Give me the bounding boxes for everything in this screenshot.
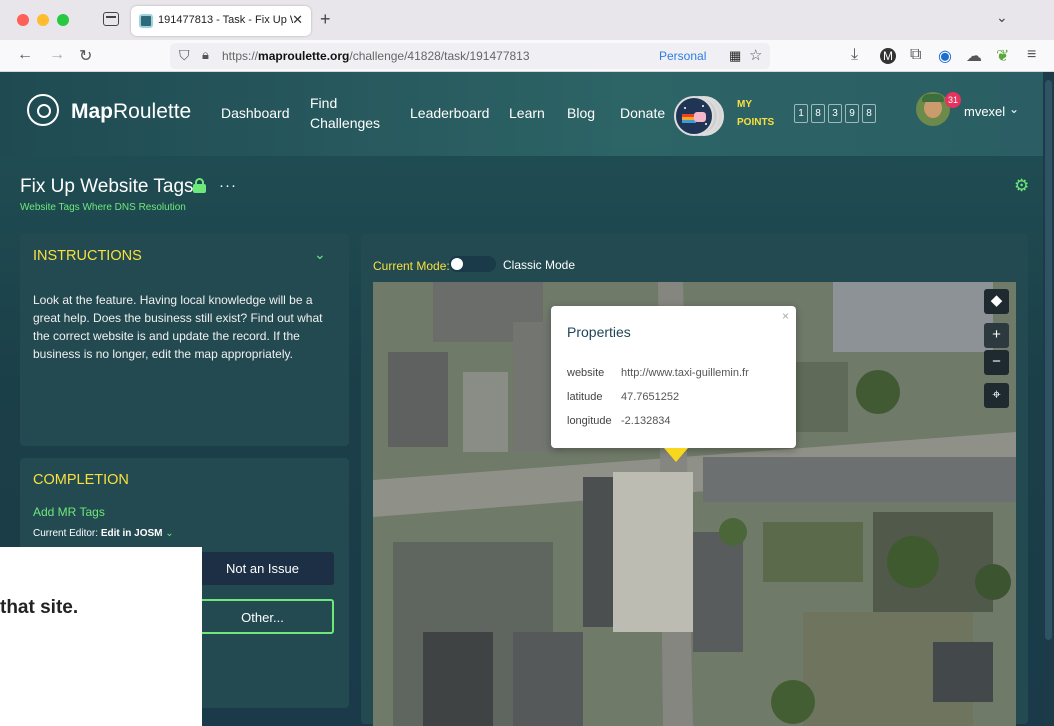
points-counter: 18398 — [794, 103, 879, 123]
username[interactable]: mvexel — [964, 104, 1005, 119]
instructions-heading: INSTRUCTIONS — [33, 248, 142, 264]
points-digit: 8 — [862, 104, 876, 123]
cloud-icon[interactable]: ☁ — [966, 46, 982, 66]
mode-name: Classic Mode — [503, 258, 576, 272]
zoom-in-button[interactable]: + — [984, 323, 1009, 348]
minimize-window-button[interactable] — [37, 14, 49, 26]
url-bar[interactable]: ⛉ 🔒︎ https://maproulette.org/challenge/4… — [170, 43, 770, 69]
editor-selector[interactable]: Current Editor: Edit in JOSM ⌄ — [33, 528, 174, 539]
extensions-puzzle-icon[interactable]: ⧉ — [910, 46, 921, 64]
locate-crosshair-icon[interactable]: ⌖ — [984, 383, 1009, 408]
password-manager-icon[interactable]: ◉ — [938, 46, 952, 66]
container-label[interactable]: Personal — [659, 49, 706, 63]
qr-code-icon[interactable]: ▦ — [729, 48, 741, 64]
app-header: MapRoulette Dashboard Find Challenges Lea… — [0, 72, 1043, 156]
nav-dashboard[interactable]: Dashboard — [221, 103, 290, 123]
other-button[interactable]: Other... — [191, 599, 334, 634]
mode-toggle[interactable] — [449, 256, 496, 272]
nav-blog[interactable]: Blog — [567, 103, 595, 123]
property-value: -2.132834 — [621, 415, 671, 427]
points-digit: 1 — [794, 104, 808, 123]
property-key: latitude — [567, 391, 603, 403]
property-value: 47.7651252 — [621, 391, 680, 403]
lock-icon[interactable] — [193, 178, 206, 193]
download-icon[interactable]: ⤓ — [851, 46, 858, 64]
new-tab-button[interactable]: + — [320, 9, 331, 30]
maximize-window-button[interactable] — [57, 14, 69, 26]
app-logo-text[interactable]: MapRoulette — [71, 100, 191, 124]
menu-icon[interactable]: ≡ — [1027, 46, 1036, 64]
forward-arrow-icon[interactable]: → — [49, 46, 65, 64]
chevron-down-icon[interactable]: ⌄ — [996, 9, 1008, 26]
property-value: http://www.taxi-guillemin.fr — [621, 367, 749, 379]
task-marker-icon[interactable] — [664, 448, 688, 462]
overlay-window: that site. — [0, 547, 202, 726]
challenge-subtitle[interactable]: Website Tags Where DNS Resolution — [20, 202, 186, 213]
nav-donate[interactable]: Donate — [620, 103, 665, 123]
chevron-down-icon[interactable]: ⌄ — [1009, 102, 1019, 116]
popup-close-icon[interactable]: × — [782, 309, 789, 323]
property-key: longitude — [567, 415, 612, 427]
chevron-down-icon[interactable]: ⌄ — [314, 246, 326, 263]
not-an-issue-button[interactable]: Not an Issue — [191, 552, 334, 585]
reload-icon[interactable]: ↻ — [79, 46, 92, 66]
property-key: website — [567, 367, 605, 379]
maproulette-logo-icon[interactable] — [27, 94, 59, 126]
back-arrow-icon[interactable]: ← — [17, 46, 33, 64]
properties-popup: × Properties website http://www.taxi-gui… — [551, 306, 796, 448]
points-digit: 8 — [811, 104, 825, 123]
my-points-label[interactable]: MY POINTS — [737, 96, 774, 132]
challenge-title: Fix Up Website Tags — [20, 176, 194, 197]
mode-label: Current Mode: — [373, 259, 450, 273]
more-options-icon[interactable]: ··· — [219, 177, 237, 194]
gear-icon[interactable]: ⚙ — [1014, 176, 1029, 196]
tab-title: 191477813 - Task - Fix Up Website — [158, 14, 293, 26]
achievement-badge-icon[interactable] — [674, 96, 724, 136]
tab-overview-icon[interactable] — [103, 12, 119, 26]
instructions-text: Look at the feature. Having local knowle… — [33, 293, 323, 361]
zoom-out-button[interactable]: − — [984, 350, 1009, 375]
notification-badge[interactable]: 31 — [945, 92, 961, 108]
close-window-button[interactable] — [17, 14, 29, 26]
completion-heading: COMPLETION — [33, 472, 129, 488]
nav-find-challenges[interactable]: Find Challenges — [310, 93, 380, 133]
nav-learn[interactable]: Learn — [509, 103, 545, 123]
points-digit: 9 — [845, 104, 859, 123]
nav-leaderboard[interactable]: Leaderboard — [410, 103, 489, 123]
popup-title: Properties — [567, 324, 631, 340]
browser-tab-active[interactable]: 191477813 - Task - Fix Up Website ✕ — [131, 6, 311, 36]
instructions-panel: INSTRUCTIONS ⌄ Look at the feature. Havi… — [20, 234, 349, 446]
maproulette-favicon-icon — [139, 14, 153, 28]
lock-icon[interactable]: 🔒︎ — [202, 47, 209, 63]
browser-nav-bar: ← → ↻ ⛉ 🔒︎ https://maproulette.org/chall… — [0, 40, 1054, 72]
chevron-down-icon: ⌄ — [165, 528, 174, 539]
points-digit: 3 — [828, 104, 842, 123]
add-mr-tags-link[interactable]: Add MR Tags — [33, 505, 105, 519]
scrollbar-thumb[interactable] — [1045, 80, 1052, 640]
url-text[interactable]: https://maproulette.org/challenge/41828/… — [222, 49, 530, 63]
extension-leaf-icon[interactable]: ❦ — [996, 46, 1009, 66]
tab-close-icon[interactable]: ✕ — [292, 12, 303, 28]
extension-m-icon[interactable]: M — [880, 48, 896, 64]
browser-tab-bar: 191477813 - Task - Fix Up Website ✕ + ⌄ — [0, 0, 1054, 40]
shield-icon[interactable]: ⛉ — [179, 47, 190, 64]
overlay-text: that site. — [0, 597, 79, 618]
bookmark-star-icon[interactable]: ☆ — [749, 46, 762, 64]
layers-icon[interactable]: ◆ — [984, 289, 1009, 314]
